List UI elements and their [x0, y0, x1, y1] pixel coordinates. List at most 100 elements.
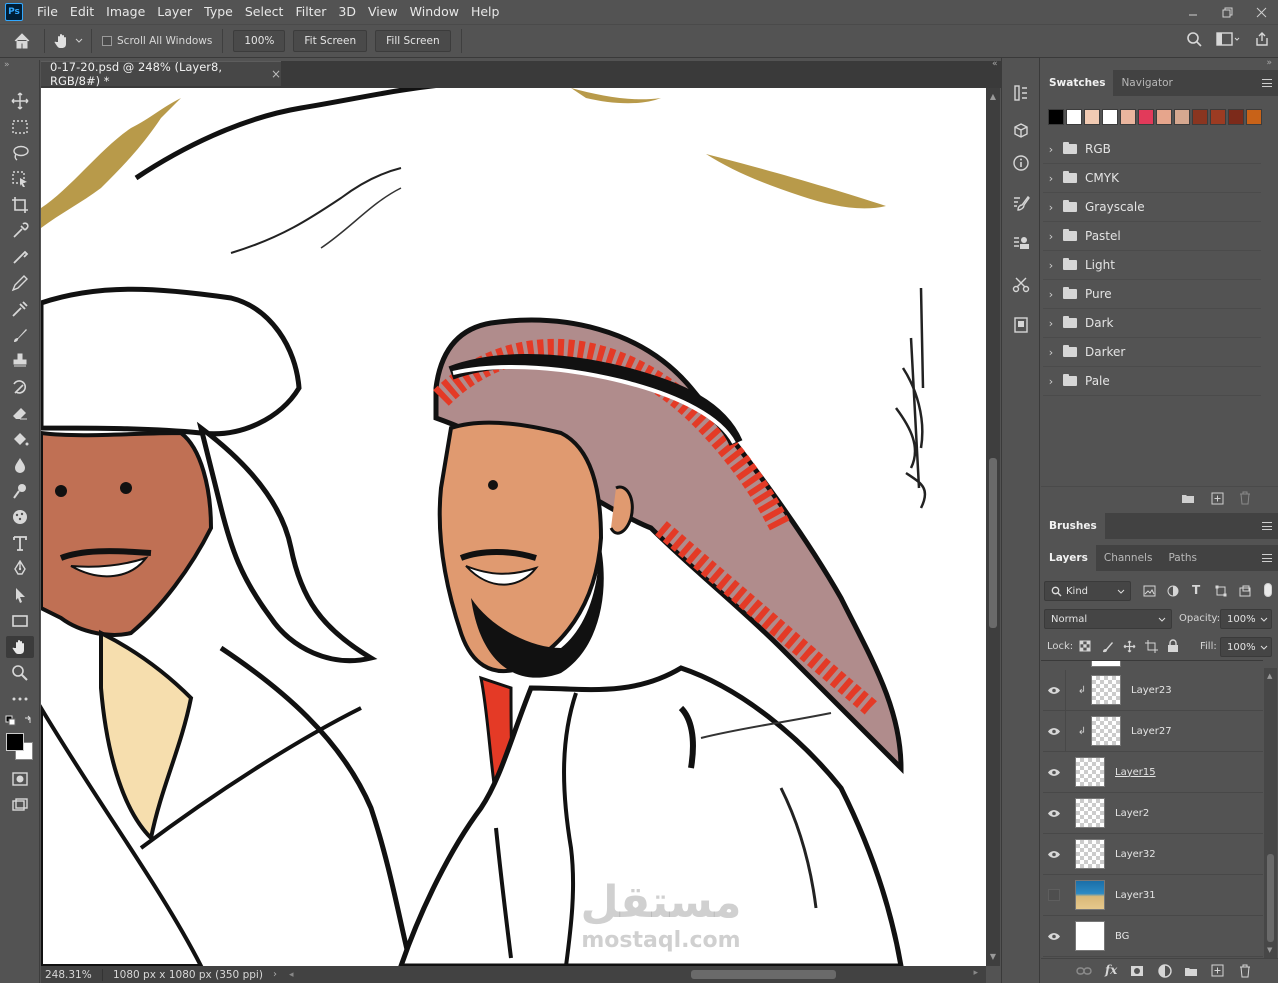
color-swatch[interactable] [1246, 109, 1262, 125]
status-menu-arrow[interactable]: › [273, 969, 277, 980]
sponge-tool[interactable] [6, 506, 34, 528]
color-swatch[interactable] [1120, 109, 1136, 125]
layer-filter-kind[interactable]: Kind [1044, 581, 1131, 601]
clone-tool[interactable] [6, 298, 34, 320]
tab-channels[interactable]: Channels [1096, 545, 1161, 571]
color-swatch[interactable] [1102, 109, 1118, 125]
eyedropper-tool[interactable] [6, 220, 34, 242]
fill-input[interactable]: 100% [1220, 637, 1272, 657]
hand-tool-preset[interactable] [45, 32, 91, 50]
new-layer-icon[interactable] [1211, 964, 1224, 977]
layer-name[interactable]: BG [1115, 931, 1129, 942]
properties-panel-button[interactable] [1010, 314, 1032, 336]
clone-source-button[interactable] [1010, 232, 1032, 254]
layer-row[interactable]: Layer31 [1043, 875, 1263, 916]
lock-transparent-icon[interactable] [1079, 640, 1091, 652]
canvas[interactable]: مستقل mostaql.com [41, 88, 986, 966]
opacity-input[interactable]: 100% [1220, 609, 1272, 629]
3d-panel-button[interactable] [1010, 120, 1032, 142]
move-tool[interactable] [6, 90, 34, 112]
swatches-panel-menu-icon[interactable] [1262, 79, 1272, 87]
menu-help[interactable]: Help [465, 0, 506, 24]
color-swatch[interactable] [1192, 109, 1208, 125]
lasso-tool[interactable] [6, 142, 34, 164]
history-brush-tool[interactable] [6, 376, 34, 398]
lock-position-icon[interactable] [1123, 640, 1136, 653]
vertical-scroll-thumb[interactable] [989, 458, 997, 628]
blur-tool[interactable] [6, 454, 34, 476]
visibility-eye-icon[interactable] [1043, 727, 1065, 736]
color-swatch[interactable] [1156, 109, 1172, 125]
swatch-group-pale[interactable]: › Pale [1043, 367, 1261, 396]
filter-adjustment-icon[interactable] [1167, 585, 1179, 597]
color-swatch[interactable] [1228, 109, 1244, 125]
tool-presets-button[interactable] [1010, 274, 1032, 296]
vertical-scrollbar[interactable]: ▲ ▼ [986, 88, 1000, 966]
filter-shape-icon[interactable] [1215, 585, 1227, 597]
search-icon[interactable] [1186, 31, 1202, 47]
pen-tool[interactable] [6, 558, 34, 580]
layers-scroll-thumb[interactable] [1267, 854, 1274, 942]
filter-toggle-switch[interactable] [1264, 583, 1272, 597]
hand-tool[interactable] [6, 636, 34, 658]
color-swatch[interactable] [1138, 109, 1154, 125]
lock-pixels-icon[interactable] [1101, 640, 1114, 653]
new-group-icon[interactable] [1184, 965, 1198, 977]
swatch-group-grayscale[interactable]: › Grayscale [1043, 193, 1261, 222]
scroll-all-windows-checkbox[interactable] [102, 36, 112, 46]
swatch-group-darker[interactable]: › Darker [1043, 338, 1261, 367]
menu-window[interactable]: Window [404, 0, 465, 24]
swatch-group-dark[interactable]: › Dark [1043, 309, 1261, 338]
healing-brush-tool[interactable] [6, 246, 34, 268]
swatch-group-light[interactable]: › Light [1043, 251, 1261, 280]
brushes-panel-menu-icon[interactable] [1262, 522, 1272, 530]
scroll-up-arrow[interactable]: ▲ [1267, 672, 1272, 680]
info-panel-button[interactable] [1010, 152, 1032, 174]
minimize-button[interactable] [1176, 0, 1210, 24]
menu-select[interactable]: Select [239, 0, 290, 24]
tab-swatches[interactable]: Swatches [1041, 70, 1114, 96]
type-tool[interactable] [6, 532, 34, 554]
visibility-eye-icon[interactable] [1043, 809, 1065, 818]
layer-name[interactable]: Layer31 [1115, 890, 1156, 901]
filter-type-icon[interactable]: T [1192, 583, 1200, 597]
visibility-eye-icon[interactable] [1043, 686, 1065, 695]
menu-3d[interactable]: 3D [332, 0, 362, 24]
zoom-tool[interactable] [6, 662, 34, 684]
scroll-left-arrow[interactable]: ◂ [289, 970, 294, 980]
collapse-right-panels-icon[interactable]: » [1266, 58, 1272, 68]
visibility-toggle-off[interactable] [1043, 889, 1065, 901]
color-swatch[interactable] [1066, 109, 1082, 125]
fill-screen-button[interactable]: Fill Screen [375, 30, 451, 52]
menu-image[interactable]: Image [100, 0, 151, 24]
horizontal-scroll-thumb[interactable] [691, 970, 836, 979]
color-swap-controls[interactable] [5, 715, 37, 729]
filter-smart-object-icon[interactable] [1239, 585, 1251, 597]
scroll-right-arrow[interactable]: ▸ [973, 968, 978, 978]
link-layers-icon[interactable] [1076, 966, 1092, 976]
tab-layers[interactable]: Layers [1041, 545, 1096, 571]
menu-layer[interactable]: Layer [151, 0, 198, 24]
add-mask-icon[interactable] [1130, 965, 1144, 977]
visibility-eye-icon[interactable] [1043, 768, 1065, 777]
layer-row[interactable]: Layer15 [1043, 752, 1263, 793]
layer-style-fx-icon[interactable]: fx [1105, 963, 1117, 977]
collapse-panels-icon[interactable]: « [992, 59, 998, 69]
close-window-button[interactable] [1244, 0, 1278, 24]
more-tools[interactable] [6, 688, 34, 710]
dodge-tool[interactable] [6, 480, 34, 502]
color-swatch[interactable] [1174, 109, 1190, 125]
menu-edit[interactable]: Edit [64, 0, 100, 24]
layer-name[interactable]: Layer27 [1131, 726, 1172, 737]
layer-row[interactable]: ↲ Layer27 [1043, 710, 1263, 752]
swatch-group-pure[interactable]: › Pure [1043, 280, 1261, 309]
tab-paths[interactable]: Paths [1160, 545, 1205, 571]
home-button[interactable] [0, 32, 44, 50]
brush-tool[interactable] [6, 324, 34, 346]
collapse-toolbar-icon[interactable]: » [4, 60, 10, 70]
layer-name[interactable]: Layer2 [1115, 808, 1149, 819]
visibility-eye-icon[interactable] [1043, 850, 1065, 859]
share-icon[interactable] [1254, 31, 1270, 47]
workspace-icon[interactable] [1216, 31, 1240, 47]
history-panel-button[interactable] [1010, 82, 1032, 104]
